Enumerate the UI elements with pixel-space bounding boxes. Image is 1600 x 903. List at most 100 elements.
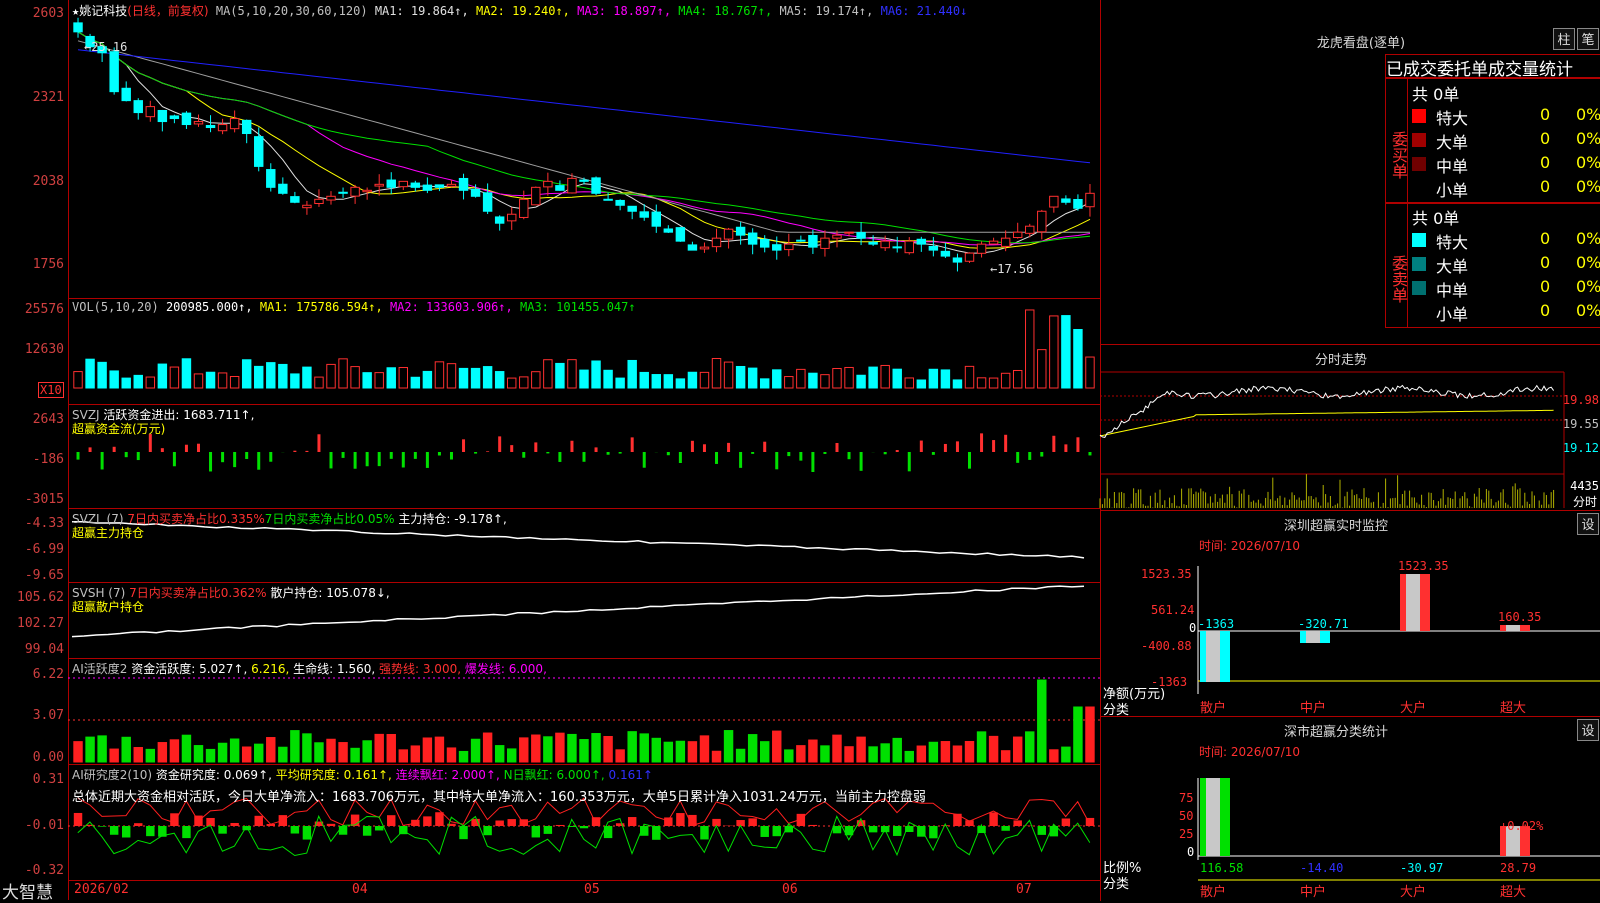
candle	[122, 88, 130, 100]
research-bar	[255, 816, 263, 826]
volume-bar	[423, 371, 431, 388]
candle	[255, 137, 263, 167]
buy-row: 大单00%	[1412, 129, 1600, 151]
main-chart-canvas[interactable]	[0, 0, 1100, 900]
volume-bar	[893, 369, 901, 388]
volume-bar	[929, 369, 937, 388]
ai1-v3: 生命线: 1.560,	[293, 662, 375, 676]
buy-side-label: 委买单	[1386, 79, 1408, 203]
volume-bar	[146, 377, 154, 388]
volume-bar	[736, 366, 744, 388]
volume-bar	[471, 368, 479, 388]
svzl-panel	[68, 508, 1100, 509]
vol-ma1: MA1: 175786.594↑,	[260, 300, 383, 314]
activity-bar	[724, 731, 732, 762]
volume-bar	[809, 373, 817, 388]
activity-bar	[267, 738, 275, 762]
activity-bar	[447, 748, 455, 762]
volume-bar	[520, 377, 528, 388]
buy-color-swatch	[1412, 109, 1426, 123]
activity-bar	[532, 735, 540, 762]
volume-bar	[134, 375, 142, 388]
candle	[712, 238, 720, 246]
activity-bar	[989, 736, 997, 762]
svzl-p2: 7日内买卖净占比0.05%	[265, 512, 395, 526]
candle	[857, 233, 865, 239]
activity-bar	[110, 749, 118, 762]
tick-view-button[interactable]: 笔	[1577, 28, 1599, 50]
research-bar	[760, 826, 768, 837]
research-bar	[700, 826, 708, 839]
volume-bar	[363, 373, 371, 388]
buy-value: 0	[1540, 153, 1550, 172]
activity-bar	[134, 748, 142, 762]
activity-bar	[435, 737, 443, 762]
svzl-line	[72, 522, 1084, 558]
candle	[592, 178, 600, 193]
candle	[315, 199, 323, 203]
sell-value: 0	[1540, 229, 1550, 248]
candle	[1074, 199, 1082, 208]
candle	[1038, 211, 1046, 232]
candle	[929, 246, 937, 250]
sell-name: 中单	[1436, 277, 1468, 301]
intraday-panel[interactable]: 分时走势 19.98 19.55 19.12 4435 分时	[1100, 344, 1600, 511]
activity-bar	[604, 737, 612, 762]
period-mode[interactable]: (日线，前复权)	[127, 4, 208, 18]
candle	[459, 178, 467, 190]
research-bar	[869, 826, 877, 832]
research-bar	[423, 816, 431, 826]
volume-bar	[1050, 316, 1058, 388]
activity-bar	[387, 734, 395, 762]
research-bar	[532, 826, 540, 837]
intraday-tick: 19.12	[1563, 441, 1599, 455]
sz-tick: 1523.35	[1141, 567, 1192, 581]
activity-bar	[399, 750, 407, 762]
activity-bar	[845, 747, 853, 762]
sz-settings-button[interactable]: 设	[1577, 513, 1599, 535]
volume-bar	[556, 363, 564, 388]
research-bar	[773, 826, 781, 836]
sell-color-swatch	[1412, 281, 1426, 295]
activity-bar	[1086, 707, 1094, 762]
cls-settings-button[interactable]: 设	[1577, 719, 1599, 741]
candle	[1001, 238, 1009, 246]
research-bar	[1062, 819, 1070, 826]
activity-bar	[652, 738, 660, 762]
activity-bar	[520, 738, 528, 762]
sz-time: 时间: 2026/07/10	[1199, 537, 1300, 554]
candle	[146, 107, 154, 117]
candle	[700, 247, 708, 249]
volume-bar	[628, 360, 636, 388]
activity-bar	[194, 746, 202, 762]
sz-monitor-panel: 深圳超赢实时监控 设 时间: 2026/07/10 1523.35 561.24…	[1100, 510, 1600, 717]
svzj-panel	[68, 404, 1100, 405]
activity-bar	[206, 749, 214, 762]
candle	[170, 116, 178, 119]
candle	[447, 184, 455, 186]
activity-bar	[833, 735, 841, 762]
candle	[893, 247, 901, 248]
ma-label: MA(5,10,20,30,60,120)	[216, 4, 368, 18]
bar-view-button[interactable]: 柱	[1553, 28, 1575, 50]
candle	[881, 241, 889, 248]
volume-bar	[170, 367, 178, 388]
buy-value: 0	[1540, 177, 1550, 196]
candle	[532, 187, 540, 204]
sz-tick: -400.88	[1141, 639, 1192, 653]
candle	[773, 245, 781, 250]
svsh-subtitle: 超赢散户持仓	[72, 598, 144, 615]
svsh-panel	[68, 582, 1100, 583]
candle	[399, 181, 407, 186]
activity-bar	[616, 750, 624, 762]
volume-bar	[965, 366, 973, 388]
sell-value: 0	[1540, 301, 1550, 320]
sz-title: 深圳超赢实时监控	[1261, 515, 1411, 534]
activity-bar	[953, 746, 961, 762]
activity-bar	[760, 742, 768, 762]
price-header: ★姚记科技(日线，前复权) MA(5,10,20,30,60,120) MA1:…	[72, 2, 967, 19]
activity-bar	[158, 743, 166, 762]
volume-bar	[86, 359, 94, 388]
research-bar	[664, 817, 672, 826]
activity-bar	[182, 735, 190, 762]
